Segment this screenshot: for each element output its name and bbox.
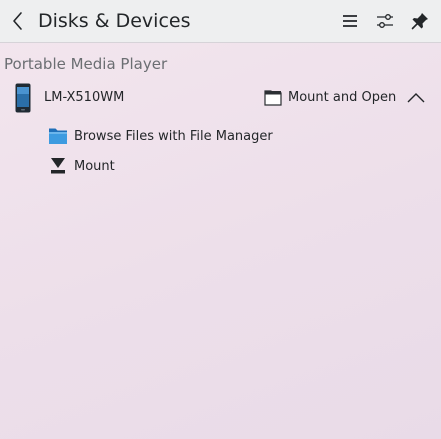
blue-folder-icon <box>48 127 68 149</box>
section-label: Portable Media Player <box>4 55 168 73</box>
chevron-up-icon <box>404 93 428 114</box>
collapse-button[interactable] <box>404 86 428 110</box>
pin-button[interactable] <box>408 9 432 33</box>
header-bar: Disks & Devices <box>0 0 441 43</box>
device-row[interactable]: LM-X510WM Mount and Open <box>0 82 441 114</box>
mount-and-open-label: Mount and Open <box>288 90 397 105</box>
folder-icon <box>264 89 282 110</box>
window-title: Disks & Devices <box>38 10 191 32</box>
back-button[interactable] <box>6 9 30 33</box>
mount-label: Mount <box>74 159 115 174</box>
mount-and-open-button[interactable]: Mount and Open <box>262 86 398 110</box>
phone-icon <box>14 83 32 117</box>
chevron-left-icon <box>6 9 30 33</box>
menu-button[interactable] <box>338 9 362 33</box>
browse-files-action[interactable]: Browse Files with File Manager <box>46 124 306 150</box>
mount-icon <box>48 157 68 179</box>
browse-files-label: Browse Files with File Manager <box>74 129 273 144</box>
pin-icon <box>408 9 432 33</box>
device-name: LM-X510WM <box>44 90 125 105</box>
mount-action[interactable]: Mount <box>46 154 306 180</box>
hamburger-menu-icon <box>338 9 362 33</box>
configure-button[interactable] <box>373 9 397 33</box>
sliders-icon <box>373 9 397 33</box>
